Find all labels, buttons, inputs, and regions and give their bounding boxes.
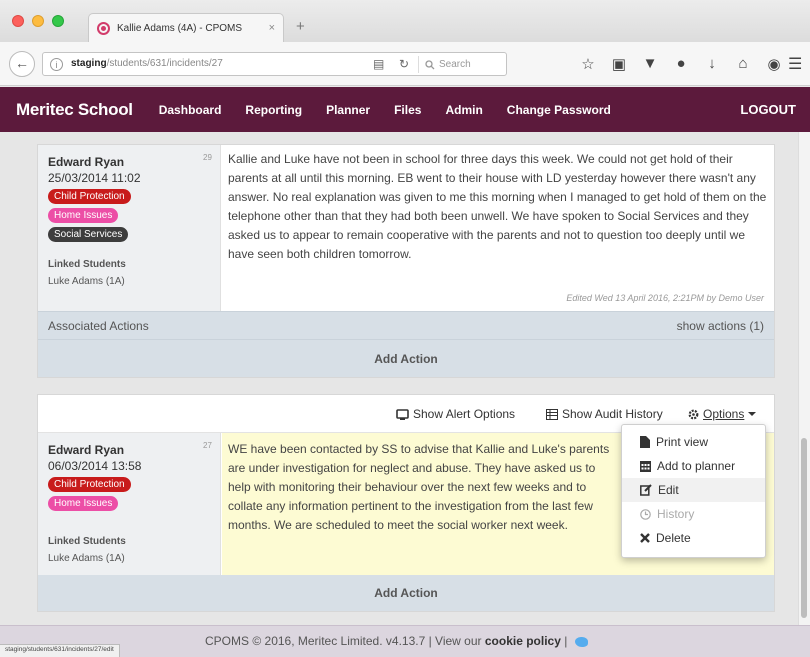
associated-actions-row: Associated Actions show actions (1) — [38, 311, 774, 339]
close-window-button[interactable] — [12, 15, 24, 27]
show-actions-link[interactable]: show actions (1) — [677, 319, 764, 333]
page-scrollbar-thumb[interactable] — [801, 438, 807, 618]
edit-icon — [640, 484, 652, 496]
gear-icon — [688, 409, 699, 419]
add-action-button[interactable]: Add Action — [38, 339, 774, 377]
author-name: Edward Ryan — [48, 443, 125, 457]
nav-files[interactable]: Files — [394, 103, 421, 117]
status-bar-url: staging/students/631/incidents/27/edit — [0, 644, 120, 657]
nav-reporting[interactable]: Reporting — [245, 103, 302, 117]
show-audit-history-link[interactable]: Show Audit History — [546, 407, 663, 421]
incident-description: WE have been contacted by SS to advise t… — [228, 442, 610, 532]
nav-change-password[interactable]: Change Password — [507, 103, 611, 117]
extension-icon[interactable]: ● — [673, 55, 689, 73]
site-navigation: Meritec School Dashboard Reporting Plann… — [0, 87, 810, 132]
caret-down-icon — [748, 412, 757, 416]
zoom-window-button[interactable] — [52, 15, 64, 27]
nav-planner[interactable]: Planner — [326, 103, 370, 117]
incident-card: Edward Ryan 25/03/2014 11:02 Child Prote… — [37, 144, 775, 378]
chat-icon[interactable]: ◉ — [766, 55, 782, 73]
add-action-button[interactable]: Add Action — [38, 575, 774, 611]
linked-student-link[interactable]: Luke Adams (1A) — [48, 276, 220, 287]
linked-students-label: Linked Students — [48, 259, 126, 270]
reader-view-icon[interactable]: ▤ — [373, 57, 384, 71]
linked-students-label: Linked Students — [48, 536, 126, 547]
incident-date: 06/03/2014 13:58 — [48, 459, 142, 473]
clipboard-icon[interactable]: ▣ — [611, 55, 627, 73]
clock-icon — [640, 508, 651, 520]
menu-item-edit[interactable]: Edit — [622, 478, 765, 502]
category-badge: Child Protection — [48, 189, 131, 204]
file-icon — [640, 436, 650, 448]
address-bar[interactable]: i staging/students/631/incidents/27 ▤ ↻ … — [42, 52, 507, 76]
download-icon[interactable]: ↓ — [704, 55, 720, 73]
tab-title: Kallie Adams (4A) - CPOMS — [117, 22, 243, 34]
nav-dashboard[interactable]: Dashboard — [159, 103, 222, 117]
options-dropdown-menu: Print view Add to planner Edit History D… — [621, 424, 766, 558]
browser-tab[interactable]: Kallie Adams (4A) - CPOMS × — [88, 13, 284, 42]
browser-search-input[interactable]: Search — [418, 56, 504, 73]
minimize-window-button[interactable] — [32, 15, 44, 27]
alert-icon — [396, 408, 409, 420]
url-text[interactable]: staging/students/631/incidents/27 — [71, 58, 223, 69]
browser-tab-bar: Kallie Adams (4A) - CPOMS × + — [0, 0, 810, 42]
incident-date: 25/03/2014 11:02 — [48, 171, 141, 185]
show-alert-options-link[interactable]: Show Alert Options — [396, 407, 515, 421]
incident-meta: Edward Ryan 06/03/2014 13:58 Child Prote… — [38, 433, 221, 575]
incident-number: 29 — [203, 153, 212, 162]
category-badge: Home Issues — [48, 208, 119, 223]
info-icon[interactable]: i — [50, 58, 63, 71]
back-button[interactable]: ← — [9, 51, 35, 77]
edited-note: Edited Wed 13 April 2016, 2:21PM by Demo… — [566, 293, 764, 303]
delete-x-icon — [640, 533, 650, 543]
new-tab-button[interactable]: + — [296, 18, 305, 35]
options-dropdown-toggle[interactable]: Options — [688, 407, 757, 421]
incident-number: 27 — [203, 441, 212, 450]
audit-table-icon — [546, 408, 558, 420]
page-footer: CPOMS © 2016, Meritec Limited. v4.13.7 |… — [0, 625, 810, 657]
menu-item-print-view[interactable]: Print view — [622, 430, 765, 454]
category-badge: Social Services — [48, 227, 129, 242]
browser-navigation-bar: ← i staging/students/631/incidents/27 ▤ … — [0, 42, 810, 86]
bookmark-star-icon[interactable]: ☆ — [580, 55, 596, 73]
menu-item-history[interactable]: History — [622, 502, 765, 526]
calendar-icon — [640, 460, 651, 472]
linked-student-link[interactable]: Luke Adams (1A) — [48, 553, 220, 564]
author-name: Edward Ryan — [48, 155, 125, 169]
incident-meta: Edward Ryan 25/03/2014 11:02 Child Prote… — [38, 145, 221, 311]
footer-text: CPOMS © 2016, Meritec Limited. v4.13.7 |… — [205, 634, 588, 648]
home-icon[interactable]: ⌂ — [735, 55, 751, 73]
menu-icon[interactable]: ☰ — [788, 54, 802, 74]
menu-item-delete[interactable]: Delete — [622, 526, 765, 550]
menu-item-add-to-planner[interactable]: Add to planner — [622, 454, 765, 478]
brand-logo[interactable]: Meritec School — [16, 100, 133, 120]
search-icon — [425, 59, 435, 69]
category-badge: Child Protection — [48, 477, 131, 492]
logout-link[interactable]: LOGOUT — [740, 102, 796, 117]
category-badge: Home Issues — [48, 496, 119, 511]
reload-icon[interactable]: ↻ — [399, 57, 409, 71]
tab-close-icon[interactable]: × — [269, 22, 275, 34]
associated-actions-label: Associated Actions — [48, 319, 149, 333]
pocket-icon[interactable]: ▼ — [642, 55, 658, 73]
nav-admin[interactable]: Admin — [445, 103, 482, 117]
cpoms-favicon-icon — [97, 21, 110, 35]
incident-description: Kallie and Luke have not been in school … — [228, 152, 767, 261]
twitter-icon[interactable] — [574, 636, 588, 647]
cookie-policy-link[interactable]: cookie policy — [485, 634, 561, 648]
